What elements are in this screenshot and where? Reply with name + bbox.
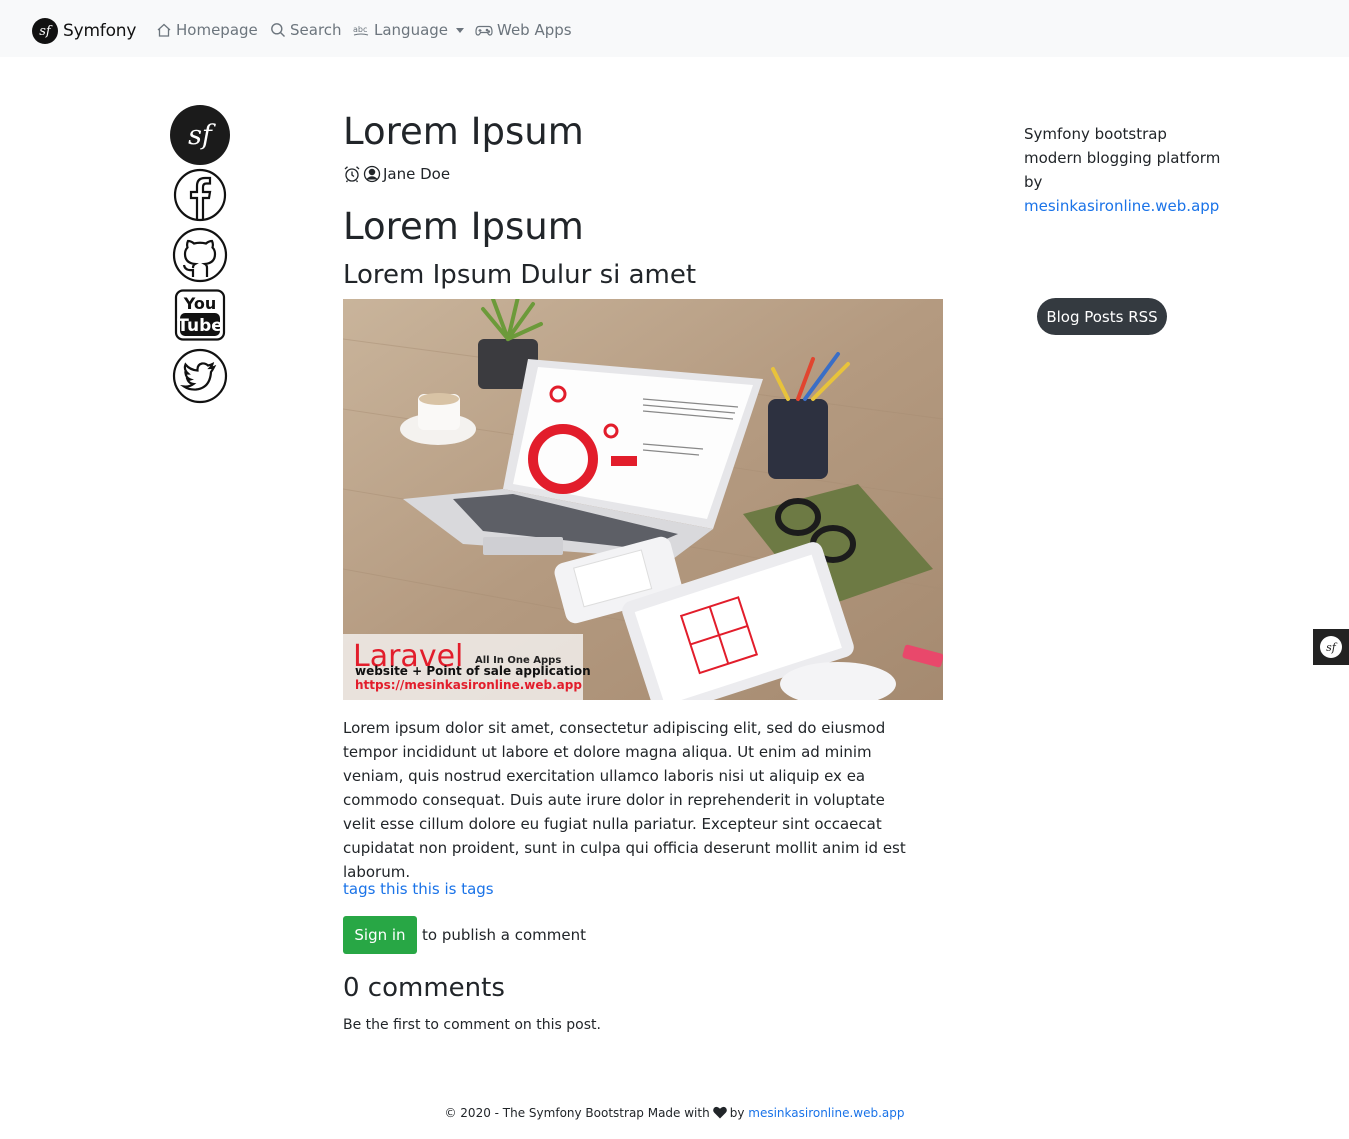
post-body: Lorem ipsum dolor sit amet, consectetur …	[343, 719, 906, 881]
chevron-down-icon	[456, 28, 465, 33]
sidebar-about: Symfony bootstrap modern blogging platfo…	[1024, 122, 1224, 218]
social-facebook-link[interactable]	[170, 167, 230, 223]
svg-text:sf: sf	[188, 120, 216, 151]
post-hero-image: Laravel All In One Apps website + Point …	[343, 299, 943, 700]
post-heading: Lorem Ipsum	[343, 205, 584, 248]
symfony-toolbar-toggle[interactable]: sf	[1313, 629, 1349, 665]
social-symfony-link[interactable]: sf	[170, 104, 230, 165]
symfony-logo-icon: sf	[1320, 636, 1342, 658]
social-github-link[interactable]	[170, 227, 230, 283]
post-tags-link[interactable]: tags this this is tags	[343, 877, 494, 901]
search-icon	[271, 23, 285, 37]
youtube-icon: You Tube	[174, 289, 226, 341]
nav-homepage-label: Homepage	[176, 21, 258, 39]
symfony-logo-icon: sf	[170, 104, 230, 165]
github-icon	[172, 227, 228, 283]
post-author: Jane Doe	[383, 165, 451, 183]
svg-text:Tube: Tube	[177, 316, 223, 336]
nav-search[interactable]: Search	[270, 19, 342, 41]
about-text: Symfony bootstrap modern blogging platfo…	[1024, 125, 1221, 191]
footer-by: by	[729, 1106, 745, 1120]
nav-language-label: Language	[374, 21, 449, 39]
comments-empty-note: Be the first to comment on this post.	[343, 1017, 601, 1033]
footer: © 2020 - The Symfony Bootstrap Made with…	[0, 1104, 1349, 1122]
language-icon: abc	[353, 25, 369, 36]
user-circle-icon	[363, 165, 381, 183]
svg-text:You: You	[183, 294, 217, 313]
facebook-icon	[173, 168, 227, 222]
heart-icon	[712, 1106, 727, 1119]
nav-web-apps-label: Web Apps	[497, 21, 572, 39]
nav-web-apps[interactable]: Web Apps	[475, 19, 572, 41]
comments-count-title: 0 comments	[343, 973, 505, 1003]
twitter-icon	[172, 348, 228, 404]
rss-button[interactable]: Blog Posts RSS	[1037, 298, 1167, 335]
svg-text:website + Point of sale applic: website + Point of sale application	[355, 664, 591, 678]
about-link[interactable]: mesinkasironline.web.app	[1024, 197, 1219, 215]
social-twitter-link[interactable]	[170, 347, 230, 405]
comment-signin-row: Sign in to publish a comment	[343, 916, 586, 954]
svg-text:abc: abc	[353, 25, 367, 34]
home-icon	[157, 23, 171, 37]
brand-link[interactable]: sf Symfony	[32, 17, 136, 45]
nav-search-label: Search	[290, 21, 342, 39]
nav-language-dropdown[interactable]: abc Language	[353, 19, 465, 41]
svg-text:https://mesinkasironline.web.a: https://mesinkasironline.web.app	[355, 678, 582, 692]
footer-link[interactable]: mesinkasironline.web.app	[748, 1106, 904, 1120]
sign-in-button[interactable]: Sign in	[343, 916, 417, 954]
post-subheading: Lorem Ipsum Dulur si amet	[343, 260, 697, 290]
footer-prefix: © 2020 - The Symfony Bootstrap Made with	[444, 1106, 710, 1120]
top-navbar: sf Symfony Homepage Search abc Language …	[0, 0, 1349, 57]
alarm-clock-icon	[344, 166, 360, 183]
symfony-logo-icon: sf	[32, 18, 58, 44]
social-youtube-link[interactable]: You Tube	[170, 289, 230, 341]
gamepad-icon	[475, 25, 493, 36]
post-meta: Jane Doe	[343, 164, 450, 184]
nav-homepage[interactable]: Homepage	[156, 19, 258, 41]
signin-suffix-text: to publish a comment	[422, 926, 587, 944]
brand-name: Symfony	[63, 21, 137, 41]
post-title: Lorem Ipsum	[343, 110, 584, 153]
